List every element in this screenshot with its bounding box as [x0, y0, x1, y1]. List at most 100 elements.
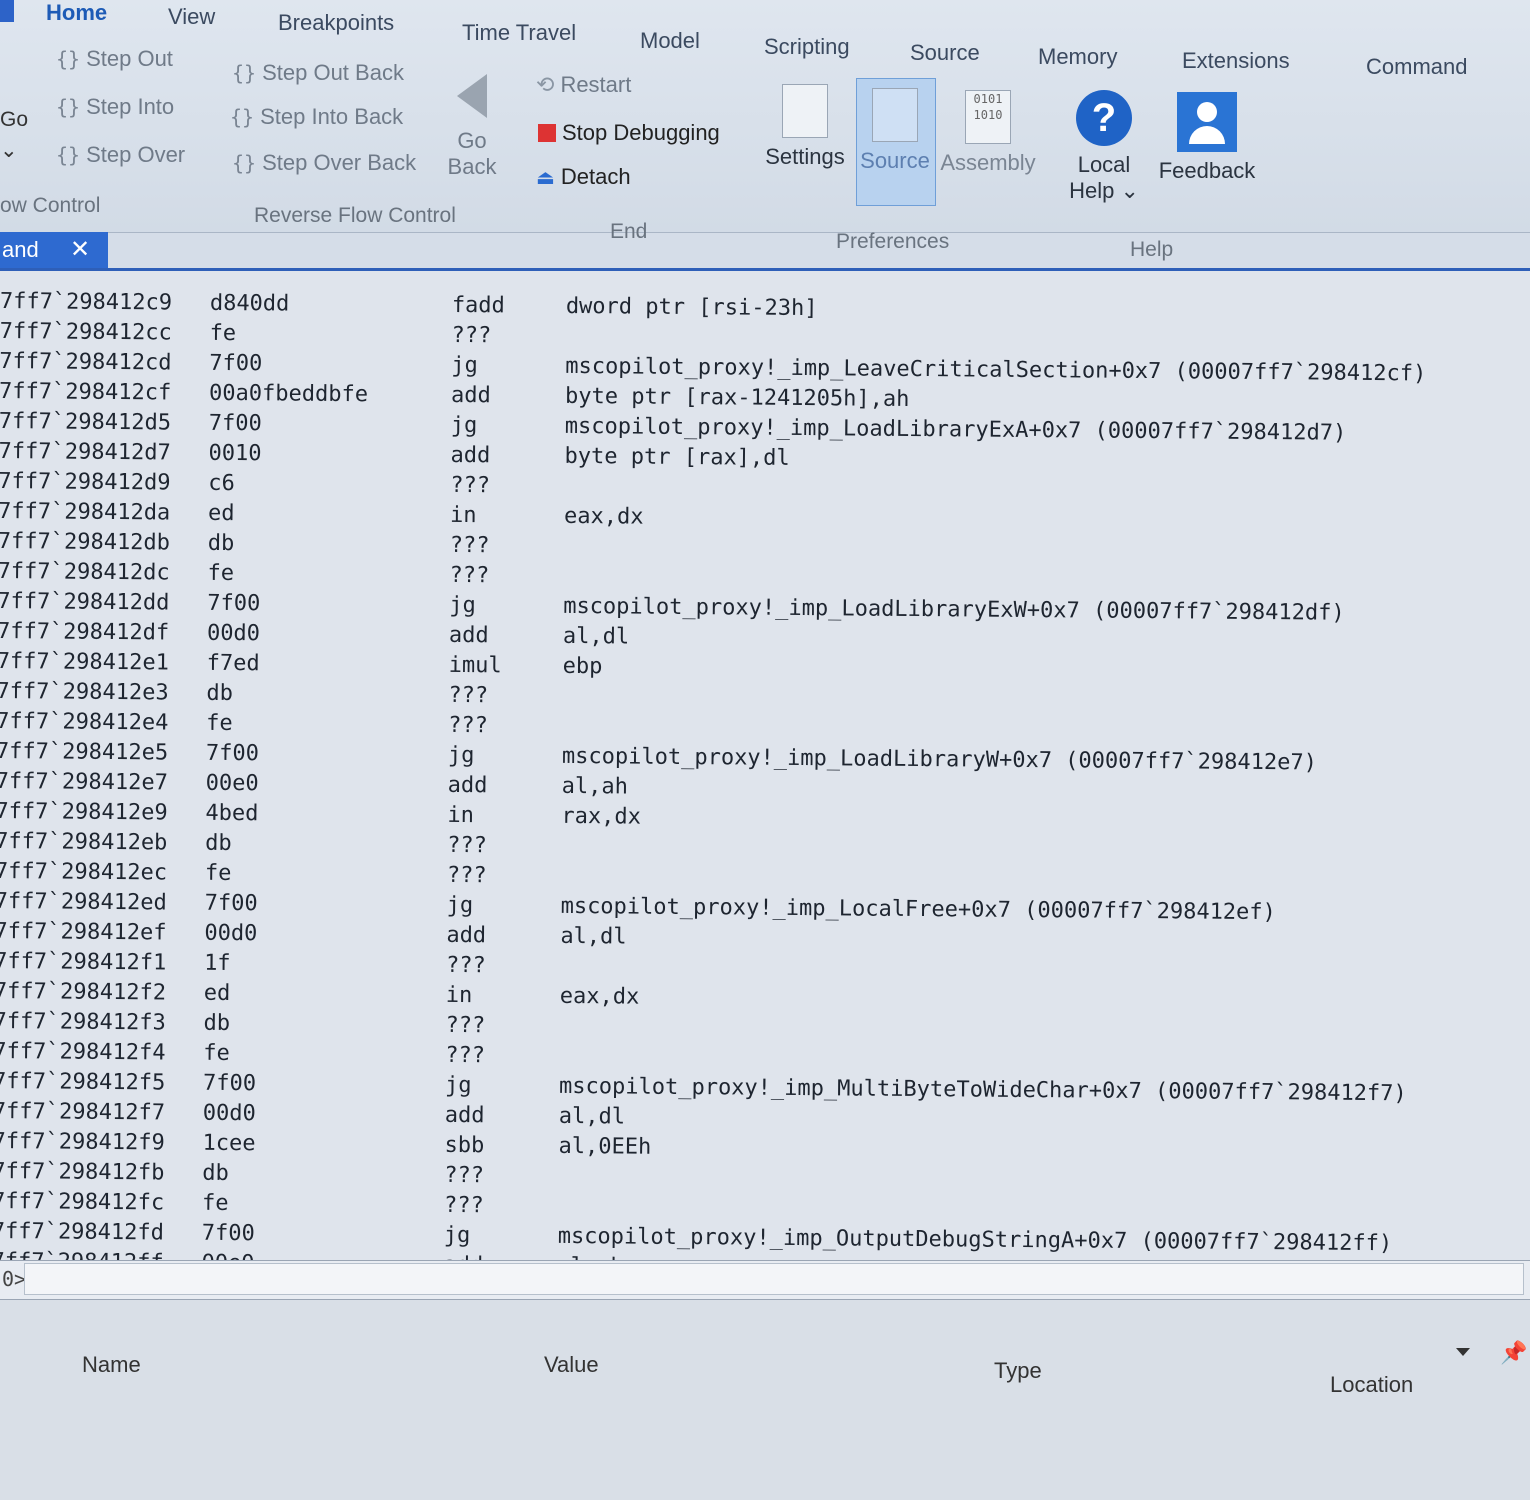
restart-button[interactable]: ⟲ Restart	[536, 72, 631, 98]
binary-icon: 0101 1010	[965, 90, 1011, 144]
close-icon[interactable]: ✕	[70, 232, 90, 268]
column-header-location[interactable]: Location	[1330, 1372, 1413, 1398]
preferences-group-label: Preferences	[836, 230, 950, 253]
disasm-mnemonic: fadd	[451, 292, 505, 319]
disasm-operands: byte ptr [rax],dl	[564, 443, 790, 471]
command-input[interactable]	[24, 1263, 1524, 1295]
command-window-tab[interactable]: and ✕	[0, 232, 108, 268]
disasm-bytes: db	[202, 1160, 229, 1187]
source-code-icon	[872, 88, 918, 142]
disasm-address: 7ff7`298412d5	[0, 408, 172, 436]
disasm-operands: al,dl	[562, 623, 630, 650]
tab-scripting[interactable]: Scripting	[764, 34, 850, 60]
step-out-button[interactable]: {} Step Out	[56, 46, 173, 72]
assembly-label: Assembly	[940, 150, 1036, 175]
step-over-button[interactable]: {} Step Over	[56, 142, 185, 168]
disasm-mnemonic: add	[450, 442, 491, 469]
disasm-operands: mscopilot_proxy!_imp_LoadLibraryW+0x7 (0…	[561, 743, 1318, 776]
tab-view[interactable]: View	[168, 4, 215, 30]
disasm-bytes: fe	[209, 320, 237, 347]
feedback-button[interactable]: Feedback	[1158, 92, 1256, 184]
settings-icon	[782, 84, 828, 138]
tab-extensions[interactable]: Extensions	[1182, 48, 1290, 74]
flow-control-group-label: ow Control	[0, 194, 101, 217]
command-bar: 0>	[0, 1260, 1530, 1300]
disasm-operands: al,0EEh	[558, 1133, 652, 1160]
step-over-back-button[interactable]: {} Step Over Back	[232, 150, 416, 176]
tab-model[interactable]: Model	[640, 28, 700, 54]
disasm-address: 7ff7`298412f4	[0, 1038, 166, 1066]
column-header-name[interactable]: Name	[82, 1352, 141, 1378]
disasm-bytes: 00a0fbeddbfe	[208, 380, 369, 408]
dropdown-arrow-icon[interactable]	[1456, 1348, 1470, 1356]
stop-debugging-label: Stop Debugging	[562, 120, 720, 145]
disassembly-listing: 7ff7`298412c9 d840dd fadd dword ptr [rsi-23…	[0, 289, 1530, 1293]
disasm-bytes: d840dd	[209, 290, 290, 317]
disasm-operands: eax,dx	[563, 503, 644, 530]
column-header-type[interactable]: Type	[994, 1358, 1042, 1384]
step-into-back-button[interactable]: {} Step Into Back	[230, 104, 403, 130]
column-header-value[interactable]: Value	[544, 1352, 599, 1378]
disasm-mnemonic: ???	[445, 1042, 486, 1069]
disasm-mnemonic: imul	[448, 652, 502, 679]
disasm-bytes: fe	[201, 1190, 229, 1217]
detach-label: Detach	[560, 164, 631, 189]
step-into-button[interactable]: {} Step Into	[56, 94, 174, 120]
detach-button[interactable]: ⏏ Detach	[536, 164, 631, 190]
disasm-address: 7ff7`298412ef	[0, 918, 167, 946]
disasm-bytes: db	[203, 1010, 231, 1037]
go-back-label-2: Back	[447, 154, 497, 179]
disasm-mnemonic: ???	[445, 1012, 486, 1039]
go-button[interactable]: Go	[0, 108, 28, 132]
ribbon-tabs: Home View Breakpoints Time Travel Model …	[0, 0, 1530, 79]
disasm-bytes: 7f00	[201, 1220, 255, 1247]
tab-command[interactable]: Command	[1366, 54, 1467, 80]
tab-memory[interactable]: Memory	[1038, 44, 1117, 70]
disasm-address: 7ff7`298412cc	[0, 318, 172, 346]
disasm-mnemonic: sbb	[444, 1132, 485, 1159]
disasm-bytes: f7ed	[206, 650, 260, 677]
disasm-operands: al,ah	[561, 773, 629, 800]
disasm-bytes: db	[205, 830, 232, 857]
disasm-address: 7ff7`298412dc	[0, 558, 170, 586]
step-out-back-icon: {}	[232, 61, 257, 85]
go-back-button[interactable]: Go Back	[444, 74, 500, 180]
disasm-mnemonic: ???	[447, 832, 488, 859]
pin-icon[interactable]: 📌	[1500, 1340, 1527, 1366]
disasm-mnemonic: ???	[446, 862, 487, 889]
go-dropdown-icon[interactable]: ⌄	[0, 138, 18, 163]
disasm-address: 7ff7`298412ed	[0, 888, 167, 916]
tab-source[interactable]: Source	[910, 40, 980, 66]
tab-home[interactable]: Home	[46, 0, 107, 26]
tab-time-travel[interactable]: Time Travel	[462, 20, 576, 46]
step-into-icon: {}	[56, 95, 81, 119]
step-over-back-icon: {}	[232, 151, 257, 175]
disasm-mnemonic: jg	[446, 892, 474, 919]
disasm-address: 7ff7`298412f1	[0, 948, 167, 976]
disasm-mnemonic: ???	[451, 322, 492, 349]
tab-breakpoints[interactable]: Breakpoints	[278, 10, 394, 36]
disasm-bytes: 7f00	[204, 890, 258, 917]
disasm-bytes: fe	[203, 1040, 230, 1067]
source-button[interactable]: Source	[856, 88, 934, 174]
disasm-mnemonic: ???	[448, 682, 489, 709]
local-help-button[interactable]: ? Local Help ⌄	[1066, 90, 1142, 204]
feedback-icon	[1177, 92, 1237, 152]
step-out-back-button[interactable]: {} Step Out Back	[232, 60, 404, 86]
disasm-address: 7ff7`298412da	[0, 498, 171, 526]
disasm-bytes: 7f00	[205, 740, 260, 767]
disasm-bytes: 0010	[208, 440, 262, 467]
disasm-bytes: 1f	[204, 950, 231, 977]
locals-panel: Name Value Type Location 📌	[0, 1300, 1530, 1500]
disasm-bytes: 7f00	[209, 350, 263, 377]
assembly-button[interactable]: 0101 1010 Assembly	[940, 90, 1036, 176]
disasm-mnemonic: in	[449, 502, 477, 529]
settings-button[interactable]: Settings	[764, 84, 846, 170]
disasm-mnemonic: add	[447, 772, 488, 799]
disasm-address: 7ff7`298412ec	[0, 858, 168, 886]
local-help-label: Local	[1077, 152, 1131, 177]
disasm-mnemonic: add	[450, 382, 491, 409]
stop-debugging-button[interactable]: Stop Debugging	[538, 120, 720, 146]
disasm-address: 7ff7`298412cf	[0, 378, 172, 406]
disasm-bytes: 7f00	[208, 410, 262, 437]
